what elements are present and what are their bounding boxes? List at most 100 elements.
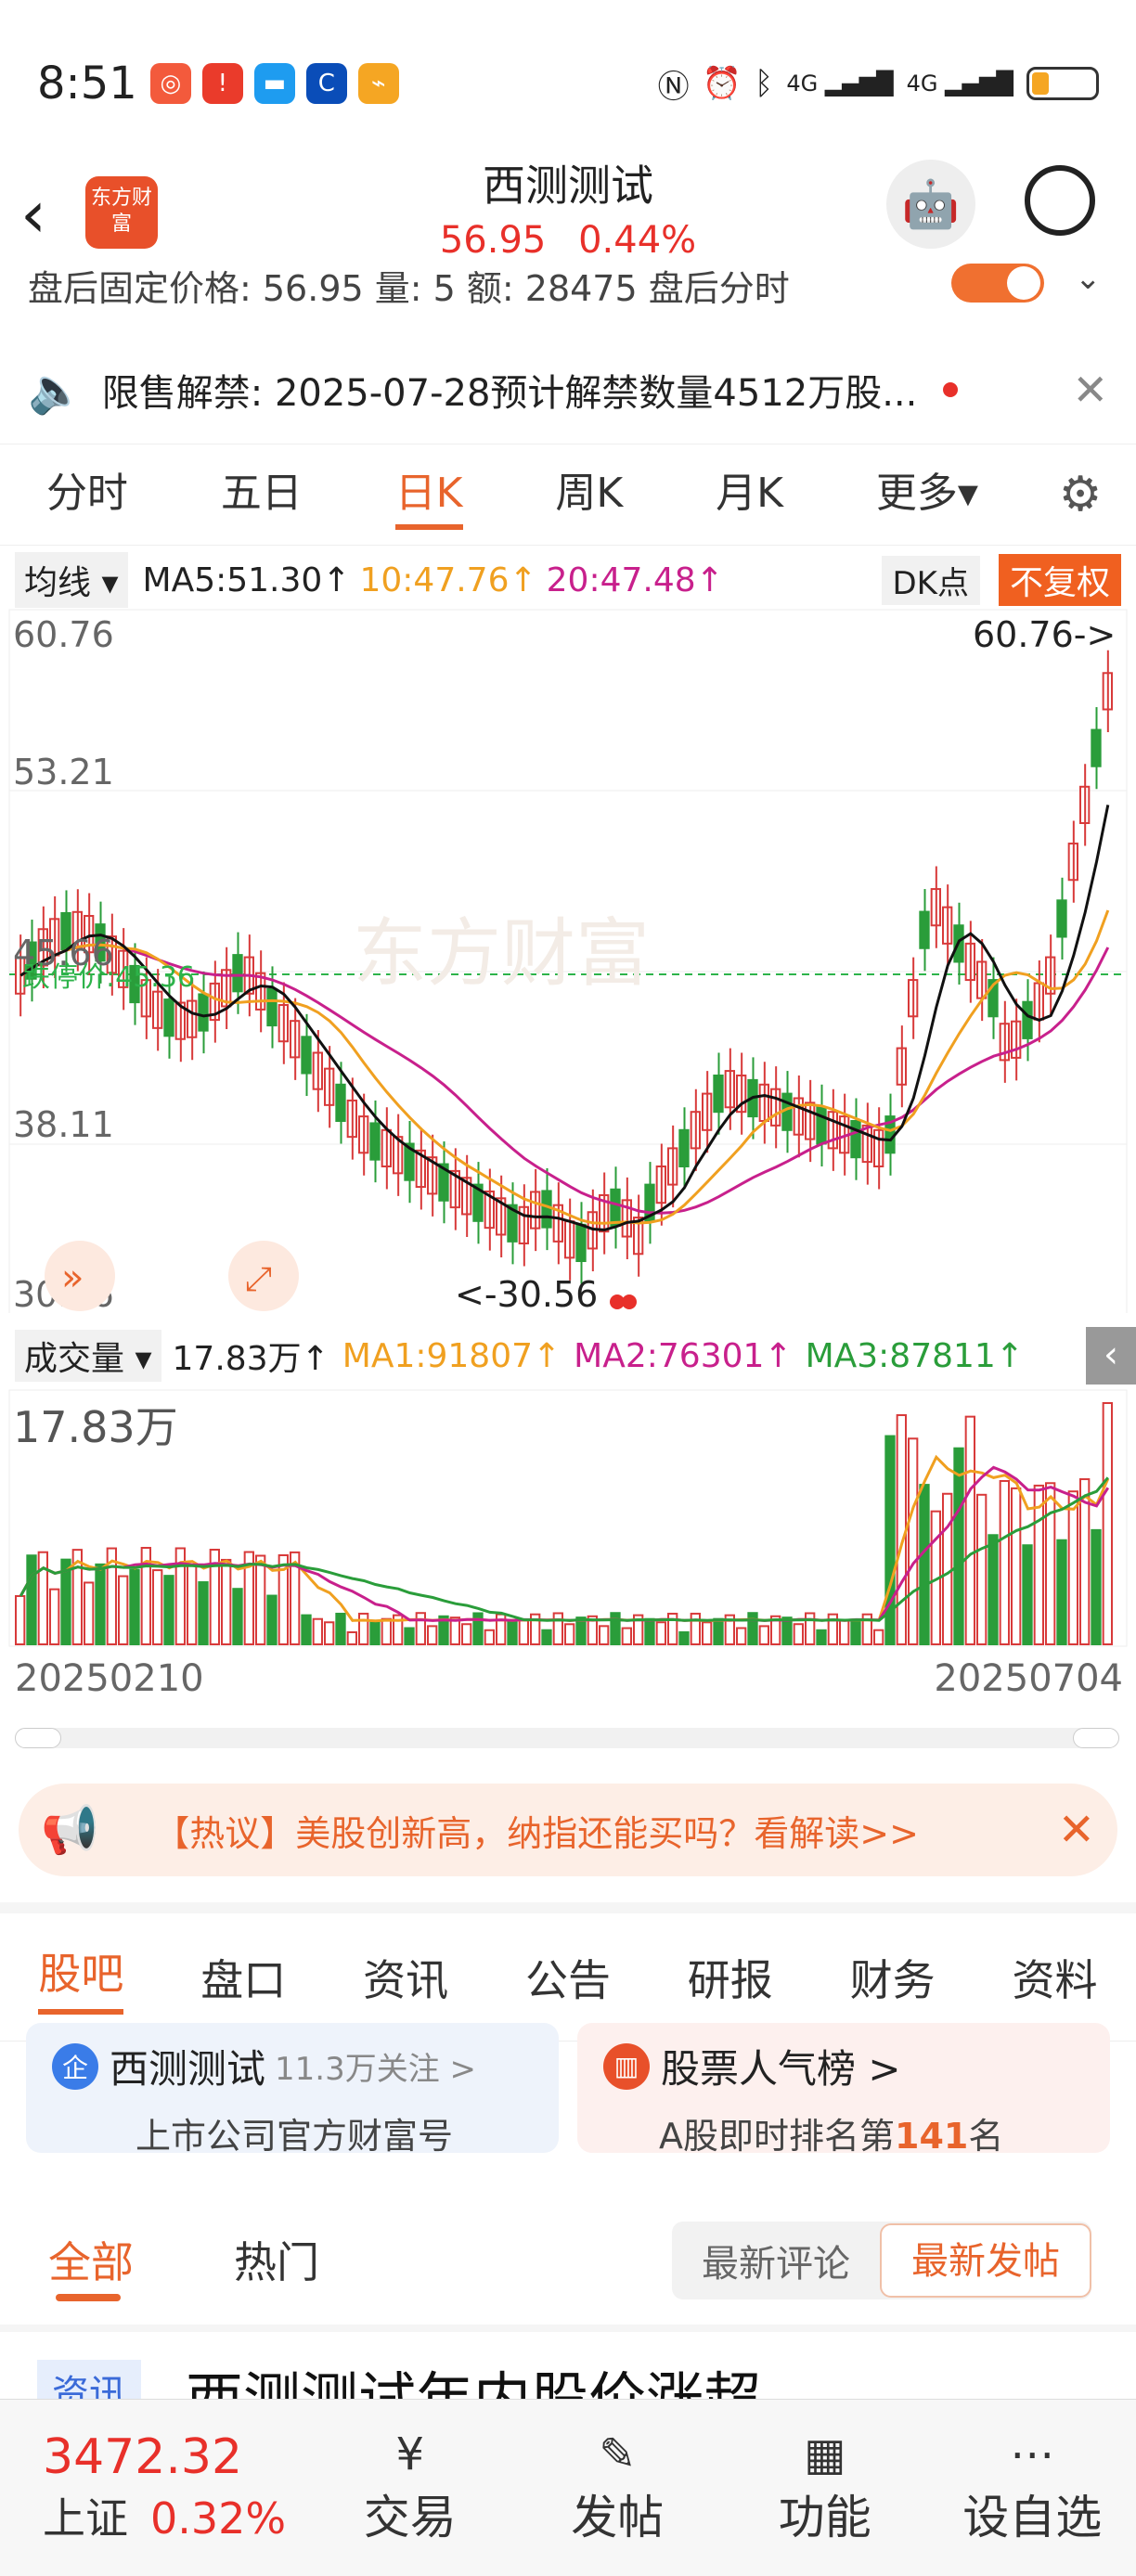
volume-bar [1011, 1487, 1022, 1645]
news-item[interactable]: 资讯 西测测试年内股价涨超 [0, 2325, 1136, 2399]
function-button[interactable]: ▦ 功能 [721, 2428, 929, 2547]
ma-selector[interactable]: 均线 ▾ [15, 552, 128, 608]
tab-2[interactable]: 日K [394, 459, 463, 530]
watchlist-button[interactable]: ⋯ 设自选 [929, 2428, 1136, 2547]
volume-bar [84, 1581, 95, 1646]
volume-bar [358, 1612, 369, 1645]
volume-legend: 成交量 ▾ 17.83万↑ MA1:91807↑ MA2:76301↑ MA3:… [0, 1325, 1136, 1386]
svg-text:»: » [61, 1256, 84, 1299]
volume-bar [702, 1621, 713, 1646]
trade-button[interactable]: ¥ 交易 [306, 2428, 514, 2547]
popularity-subtitle: A股即时排名第141名 [659, 2116, 1004, 2157]
date-end: 20250704 [934, 1657, 1123, 1700]
battery-icon [1026, 67, 1099, 100]
sort-latest-post[interactable]: 最新发帖 [880, 2223, 1091, 2298]
megaphone-icon: 📢 [41, 1802, 99, 1857]
sort-latest-comment[interactable]: 最新评论 [672, 2234, 880, 2287]
notice-dot [943, 382, 959, 397]
volume-selector[interactable]: 成交量 ▾ [15, 1330, 161, 1382]
community-tab-2[interactable]: 资讯 [363, 1947, 448, 2008]
stock-price: 56.95 [439, 219, 547, 262]
active-indicator [56, 2294, 121, 2301]
range-handle-right[interactable] [1073, 1728, 1119, 1748]
volume-bar [301, 1614, 312, 1645]
tab-0[interactable]: 分时 [46, 459, 128, 530]
official-account-card[interactable]: 企 西测测试 11.3万关注 > 上市公司官方财富号 [26, 2023, 559, 2157]
tab-4[interactable]: 月K [716, 459, 783, 530]
volume-bar [221, 1558, 232, 1646]
volume-bar [655, 1621, 667, 1645]
limit-down-label: 跌停价:45.36 [22, 961, 195, 994]
volume-bar [908, 1437, 919, 1646]
alarm-icon: ⏰ [702, 65, 742, 102]
feed-tab-all[interactable]: 全部 [48, 2229, 134, 2290]
community-tab-0[interactable]: 股吧 [38, 1940, 124, 2015]
tab-3[interactable]: 周K [555, 459, 623, 530]
collapse-panel-icon[interactable]: ‹ [1086, 1327, 1136, 1385]
tab-5[interactable]: 更多▾ [876, 459, 978, 530]
range-handle-left[interactable] [15, 1728, 61, 1748]
after-hours-toggle[interactable] [951, 264, 1044, 303]
community-tab-3[interactable]: 公告 [525, 1947, 611, 2008]
expand-icon[interactable]: ⌄ [1075, 260, 1102, 297]
status-time: 8:51 [37, 58, 137, 109]
adjust-button[interactable]: 不复权 [998, 554, 1121, 606]
volume-bar [507, 1619, 518, 1645]
volume-bar [610, 1612, 621, 1646]
kline-chart[interactable]: 东方财富 60.76 53.21 45.66 38.11 30.56 跌停价:4… [0, 608, 1136, 1313]
volume-bar [644, 1617, 655, 1646]
popularity-card[interactable]: ▥ 股票人气榜 > A股即时排名第141名 [577, 2023, 1110, 2157]
volume-bar [678, 1630, 690, 1645]
community-tab-5[interactable]: 财务 [850, 1947, 936, 2008]
volume-bar [1022, 1544, 1033, 1646]
volume-bar [1067, 1490, 1078, 1645]
y-tick-2: 53.21 [13, 752, 114, 792]
dk-point-button[interactable]: DK点 [881, 555, 980, 605]
volume-bar [919, 1484, 930, 1645]
volume-bar [1045, 1482, 1056, 1645]
volume-bar [461, 1623, 472, 1645]
volume-bar [346, 1630, 357, 1646]
close-banner-icon[interactable]: ✕ [1058, 1804, 1095, 1856]
unlock-notice[interactable]: 🔈 限售解禁: 2025-07-28预计解禁数量4512万股... ✕ [0, 343, 1136, 436]
hot-topic-banner[interactable]: 📢 【热议】美股创新高，纳指还能买吗？看解读>> ✕ [19, 1784, 1117, 1876]
volume-bar [49, 1588, 60, 1645]
index-quote[interactable]: 3472.32 上证 0.32% [0, 2429, 306, 2546]
index-value: 3472.32 [43, 2429, 243, 2485]
volume-bar [312, 1617, 323, 1646]
settings-gear-icon[interactable]: ⚙ [1025, 467, 1136, 522]
bottom-bar: 3472.32 上证 0.32% ¥ 交易 ✎ 发帖 ▦ 功能 ⋯ 设自选 [0, 2399, 1136, 2576]
feed-tab-hot[interactable]: 热门 [234, 2229, 319, 2290]
grid-icon: ▦ [804, 2428, 846, 2480]
volume-bar [404, 1627, 415, 1646]
volume-bar [1056, 1539, 1067, 1645]
community-tab-1[interactable]: 盘口 [200, 1947, 286, 2008]
min-price-label: <-30.56 [455, 1274, 598, 1313]
volume-bar [415, 1612, 426, 1645]
community-tabs: 股吧 盘口 资讯 公告 研报 财务 资料 [0, 1902, 1136, 2041]
volume-bar [427, 1625, 438, 1646]
community-tab-4[interactable]: 研报 [688, 1947, 773, 2008]
volume-chart[interactable]: 17.83万 [0, 1388, 1136, 1648]
range-scrollbar[interactable] [15, 1728, 1119, 1748]
assistant-avatar[interactable]: 🤖 [886, 160, 975, 249]
feed-tabs: 全部 热门 最新评论 最新发帖 [0, 2209, 1136, 2320]
signal2-icon: 4G ▂▄▆█ [906, 71, 1013, 97]
search-icon[interactable] [1025, 165, 1095, 236]
tab-1[interactable]: 五日 [221, 459, 303, 530]
community-tab-6[interactable]: 资料 [1012, 1947, 1097, 2008]
post-button[interactable]: ✎ 发帖 [514, 2428, 722, 2547]
volume-bar [896, 1414, 908, 1646]
volume-bar [1033, 1484, 1044, 1646]
app-icon-1: ◎ [149, 63, 191, 104]
volume-bar [758, 1625, 770, 1645]
sort-toggle: 最新评论 最新发帖 [672, 2222, 1091, 2299]
hot-topic-text: 【热议】美股创新高，纳指还能买吗？看解读>> [154, 1812, 919, 1854]
close-icon[interactable]: ✕ [1072, 365, 1108, 415]
volume-bar [621, 1627, 633, 1645]
volume-bar [198, 1581, 209, 1645]
signal-icon: 4G ▂▄▆█ [786, 71, 894, 97]
volume-bar [999, 1479, 1010, 1645]
edit-icon: ✎ [599, 2428, 637, 2480]
svg-text:⤢: ⤢ [245, 1260, 272, 1298]
